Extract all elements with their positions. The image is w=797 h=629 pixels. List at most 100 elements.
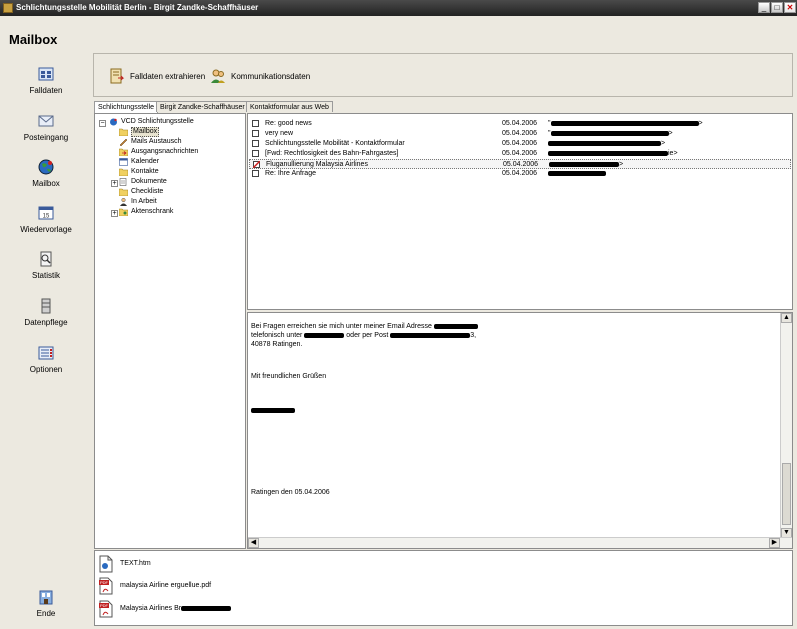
mail-row-selected[interactable]: Fluganullierung Malaysia Airlines 05.04.… — [249, 159, 791, 169]
sidebar-item-label: Ende — [36, 609, 56, 618]
sender: " > — [548, 120, 703, 127]
close-button[interactable]: ✕ — [784, 2, 796, 13]
options-icon — [38, 346, 54, 360]
contacts-folder-icon — [119, 168, 128, 176]
database-icon — [41, 298, 51, 314]
sidebar-item-datenpflege[interactable]: Datenpflege — [0, 297, 92, 327]
toolbar: Falldaten extrahieren Kommunikationsdate… — [93, 53, 793, 97]
sidebar-item-label: Datenpflege — [24, 318, 68, 327]
statistics-icon — [40, 251, 52, 267]
page-title: Mailbox — [9, 32, 58, 47]
globe-icon — [110, 118, 117, 126]
contacts-icon — [211, 69, 225, 83]
redaction — [390, 332, 471, 338]
sidebar-item-mailbox[interactable]: Mailbox — [0, 158, 92, 188]
mail-checkbox[interactable] — [252, 140, 259, 147]
pdf-file-icon: PDF — [99, 577, 113, 595]
preview-line: 40878 Ratingen. — [251, 341, 303, 348]
mail-checkbox[interactable] — [252, 170, 259, 177]
redaction — [433, 323, 478, 329]
mail-list: Re: good news 05.04.2006 " > very new 05.… — [247, 113, 793, 310]
window-title: Schlichtungsstelle Mobilität Berlin - Bi… — [16, 3, 259, 12]
preview-greeting: Mit freundlichen Grüßen — [251, 373, 327, 380]
cabinet-icon — [119, 208, 128, 216]
sidebar-item-label: Wiedervorlage — [20, 225, 72, 234]
svg-text:PDF: PDF — [100, 580, 109, 585]
mail-row[interactable]: Re: good news 05.04.2006 " > — [249, 119, 791, 129]
checklist-folder-icon — [119, 188, 128, 196]
flag-icon — [253, 161, 260, 168]
mail-checkbox[interactable] — [252, 150, 259, 157]
sidebar-item-wiedervorlage[interactable]: 15 Wiedervorlage — [0, 204, 92, 234]
preview-vertical-scrollbar[interactable]: ▲ ▼ — [780, 313, 792, 538]
sidebar-item-label: Posteingang — [23, 133, 69, 142]
preview-line: telefonisch unter oder per Post 3, — [251, 332, 477, 339]
folder-tree: − VCD Schlichtungsstelle Mailbox Mails A… — [94, 113, 246, 549]
sidebar-item-label: Mailbox — [32, 179, 60, 188]
mail-checkbox[interactable] — [252, 130, 259, 137]
collapse-toggle[interactable]: − — [99, 120, 106, 127]
globe-icon — [38, 159, 54, 175]
sidebar-item-optionen[interactable]: Optionen — [0, 344, 92, 374]
expand-toggle[interactable]: + — [111, 210, 118, 217]
sender: ie> — [548, 149, 678, 159]
svg-text:15: 15 — [43, 214, 50, 220]
maximize-button[interactable]: □ — [771, 2, 783, 13]
communication-data-button[interactable]: Kommunikationsdaten — [210, 68, 320, 84]
extract-case-data-button[interactable]: Falldaten extrahieren — [109, 68, 209, 84]
redaction — [548, 170, 606, 176]
exit-icon — [39, 590, 53, 605]
communication-label: Kommunikationsdaten — [231, 72, 311, 81]
sidebar-item-ende[interactable]: Ende — [0, 588, 92, 618]
title-bar: Schlichtungsstelle Mobilität Berlin - Bi… — [0, 0, 797, 16]
sender: " > — [548, 130, 673, 137]
scroll-right-button[interactable]: ▶ — [769, 538, 780, 548]
preview-signature — [251, 407, 295, 414]
preview-horizontal-scrollbar[interactable]: ◀ ▶ — [248, 537, 792, 548]
preview-closing: Ratingen den 05.04.2006 — [251, 489, 330, 496]
scroll-up-button[interactable]: ▲ — [781, 313, 792, 323]
redaction — [548, 140, 661, 146]
mail-checkbox[interactable] — [252, 120, 259, 127]
folder-icon — [119, 128, 128, 136]
sidebar-item-statistik[interactable]: Statistik — [0, 250, 92, 280]
tab-schlichtungsstelle[interactable]: Schlichtungsstelle — [94, 101, 159, 113]
preview-line: Bei Fragen erreichen sie mich unter mein… — [251, 323, 478, 330]
redaction — [304, 332, 345, 338]
html-file-icon — [99, 555, 113, 573]
mail-row[interactable]: Schlichtungsstelle Mobilität - Kontaktfo… — [249, 139, 791, 149]
message-preview[interactable]: Bei Fragen erreichen sie mich unter mein… — [247, 312, 793, 549]
sender: > — [548, 139, 665, 149]
sidebar-item-falldaten[interactable]: Falldaten — [0, 65, 92, 95]
redaction — [548, 150, 668, 156]
svg-text:PDF: PDF — [100, 603, 109, 608]
sidebar-item-label: Optionen — [29, 365, 63, 374]
scroll-left-button[interactable]: ◀ — [248, 538, 259, 548]
tab-birgit-zandke[interactable]: Birgit Zandke-Schaffhäuser — [156, 101, 249, 112]
extract-label: Falldaten extrahieren — [130, 72, 206, 81]
app-icon — [3, 3, 13, 13]
mail-row[interactable]: Re: Ihre Anfrage 05.04.2006 — [249, 169, 791, 179]
redaction — [550, 130, 669, 136]
mail-row[interactable]: very new 05.04.2006 " > — [249, 129, 791, 139]
redaction — [251, 407, 295, 413]
sidebar-item-label: Falldaten — [29, 86, 63, 95]
mail-checkbox[interactable] — [253, 161, 260, 168]
attachments-panel: TEXT.htm PDF malaysia Airline erguellue.… — [94, 550, 793, 626]
outbox-folder-icon — [119, 148, 128, 156]
tab-kontaktformular[interactable]: Kontaktformular aus Web — [246, 101, 333, 112]
sidebar: Falldaten Posteingang Mailbox 15 Wiederv… — [0, 52, 92, 629]
pencil-icon — [119, 138, 128, 146]
minimize-button[interactable]: _ — [758, 2, 770, 13]
scroll-thumb[interactable] — [782, 463, 791, 525]
expand-toggle[interactable]: + — [111, 180, 118, 187]
redaction — [549, 161, 619, 167]
sender — [548, 169, 606, 179]
envelope-icon — [38, 115, 54, 127]
calendar-icon — [119, 158, 128, 166]
mail-row[interactable]: [Fwd: Rechtlosigkeit des Bahn-Fahrgastes… — [249, 149, 791, 159]
calendar-icon: 15 — [38, 206, 54, 220]
pdf-file-icon: PDF — [99, 600, 113, 618]
person-icon — [120, 198, 127, 206]
sidebar-item-posteingang[interactable]: Posteingang — [0, 112, 92, 142]
